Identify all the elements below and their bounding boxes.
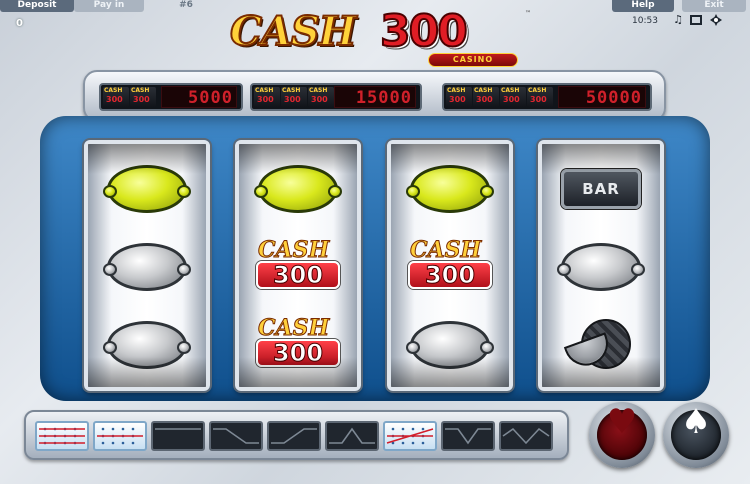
cash-word: CASH [257,315,330,342]
payline-button-1[interactable] [35,421,89,451]
heart-icon: ♥ [606,402,638,442]
game-logo: CASH 300 CASINO ™ [229,5,531,67]
exit-button[interactable]: Exit [682,0,746,12]
jackpot-value: 50000 [558,86,646,108]
music-note-icon[interactable]: ♫ [672,14,684,26]
payline-pattern-icon [39,427,85,445]
payline-pattern-icon [271,428,317,444]
jackpot-symbols [446,87,553,107]
payline-pattern-icon [155,428,201,430]
reel-3: CASH 300 [387,140,513,391]
payline-pattern-icon [329,427,375,444]
cash-number: 300 [408,261,492,289]
start-button[interactable]: ♠ [663,402,729,468]
reel-1 [84,140,210,391]
spade-icon: ♠ [680,402,712,442]
logo-casino-badge: CASINO [428,53,518,67]
reel-symbol: CASH 300 [239,228,357,306]
payline-pattern-icon [502,427,550,445]
paylines-bar [24,410,569,460]
payline-pattern-icon [445,428,491,445]
game-number-label: #6 [179,0,193,10]
payline-button-9[interactable] [499,421,553,451]
payline-button-8[interactable] [441,421,495,451]
fullscreen-icon[interactable] [690,14,702,26]
payline-pattern-icon [386,427,434,445]
bar-icon: BAR [561,169,641,209]
payline-button-5[interactable] [267,421,321,451]
jackpot-strip: 5000 15000 50000 [83,70,666,122]
jackpot-value: 5000 [161,86,237,108]
payline-pattern-icon [97,427,143,445]
logo-cash-text: CASH [229,7,358,56]
logo-number-text: 300 [379,5,469,58]
jackpot-box-2: 15000 [250,83,422,111]
gamble-button[interactable]: ♥ [589,402,655,468]
payline-button-2[interactable] [93,421,147,451]
jackpot-value: 15000 [334,86,416,108]
reel-symbol [542,228,660,306]
clock: 10:53 [632,16,658,26]
reel-symbol [88,228,206,306]
reel-2: CASH 300 CASH 300 [235,140,361,391]
reel-4: BAR [538,140,664,391]
deposit-button[interactable]: Deposit [0,0,74,12]
jackpot-symbols [103,87,156,107]
jackpot-box-1: 5000 [99,83,243,111]
jackpot-symbols [254,87,334,107]
trademark-mark: ™ [525,10,531,17]
pay-in-button[interactable]: Pay in [74,0,144,12]
cash-number: 300 [256,261,340,289]
jackpot-box-3: 50000 [442,83,652,111]
payline-button-6[interactable] [325,421,379,451]
cash300-icon: CASH 300 [404,237,496,297]
payline-button-3[interactable] [151,421,205,451]
lemon-grey-icon [557,243,645,291]
balance-value: 0 [16,18,23,29]
payline-pattern-icon [213,428,259,444]
payline-button-4[interactable] [209,421,263,451]
lemon-grey-icon [103,243,191,291]
reel-symbol: CASH 300 [391,228,509,306]
cash-word: CASH [257,237,330,264]
settings-icon[interactable] [710,14,722,26]
help-button[interactable]: Help [612,0,674,12]
cash300-icon: CASH 300 [252,237,344,297]
cash-word: CASH [409,237,482,264]
payline-button-7[interactable] [383,421,437,451]
